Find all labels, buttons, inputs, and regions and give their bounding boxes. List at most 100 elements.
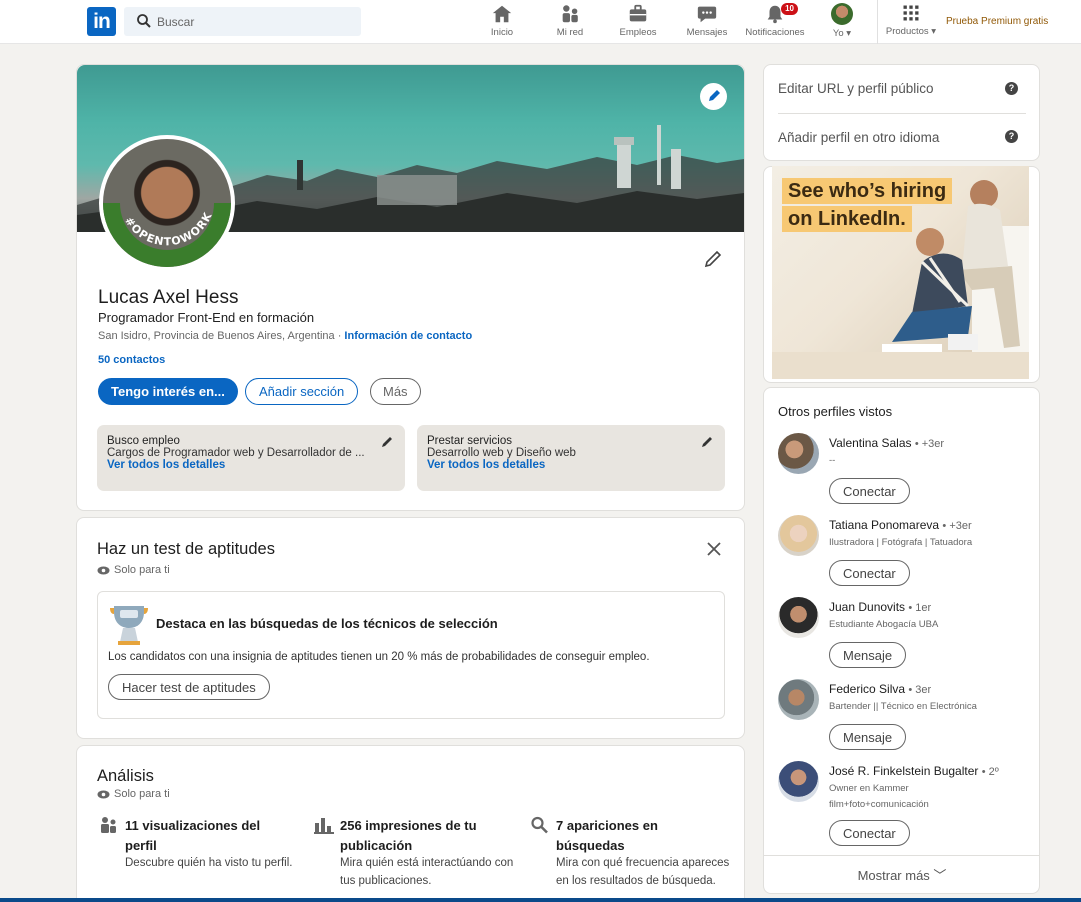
person-degree: • 2º [981,766,999,778]
person-name[interactable]: José R. Finkelstein Bugalter • 2º [829,764,999,778]
nav-me-text: Yo [832,28,844,39]
person-subtitle: Bartender || Técnico en Electrónica [829,701,977,712]
stat-title: 11 visualizaciones del perfil [125,818,261,853]
search-icon [137,14,151,28]
person-name[interactable]: Federico Silva • 3er [829,682,931,696]
person-degree: • +3er [914,438,945,450]
skills-privacy-text: Solo para ti [114,564,170,576]
chevron-down-icon: ▾ [843,28,852,39]
avatar[interactable] [778,433,819,474]
network-icon [562,5,578,23]
connect-button[interactable]: Conectar [829,820,910,846]
avatar[interactable] [778,679,819,720]
analytics-privacy-text: Solo para ti [114,788,170,800]
nav-products-text: Productos [885,26,929,37]
notification-badge: 10 [781,3,798,15]
person-name[interactable]: Tatiana Ponomareva • +3er [829,518,972,532]
search-input[interactable] [157,7,357,36]
stat-desc: Mira quién está interactúando con tus pu… [340,857,514,887]
hiring-ad[interactable]: See who’s hiring on LinkedIn. [772,166,1029,379]
grid-icon [903,5,919,21]
profile-headline: Programador Front-End en formación [98,310,315,325]
services-title: Prestar servicios [427,435,512,447]
open-to-work-ring: #OPENTOWORK [103,202,231,267]
open-to-work-box[interactable]: Busco empleo Cargos de Programador web y… [97,425,405,491]
profile-photo[interactable]: #OPENTOWORK [99,135,235,271]
avatar[interactable] [778,761,819,802]
top-nav: in Inicio Mi red Empleos Mensajes 10 Not… [0,0,1081,44]
open-to-button[interactable]: Tengo interés en... [98,378,238,405]
ad-line-2: on LinkedIn. [782,206,912,232]
premium-link[interactable]: Prueba Premium gratis [946,16,1048,27]
avatar[interactable] [778,597,819,638]
analytics-card: Análisis Solo para ti 11 visualizaciones… [76,745,745,902]
search-bar[interactable] [124,7,361,36]
location-text: San Isidro, Provincia de Buenos Aires, A… [98,330,335,342]
profile-name: Lucas Axel Hess [98,287,239,308]
person-name[interactable]: Valentina Salas • +3er [829,436,944,450]
messaging-icon [697,6,717,23]
person-degree: • 3er [908,684,932,696]
skills-promo-box: Destaca en las búsquedas de los técnicos… [97,591,725,719]
skills-privacy: Solo para ti [97,564,170,576]
profile-card: #OPENTOWORK Lucas Axel Hess Programador … [76,64,745,511]
connections-link[interactable]: 50 contactos [98,354,165,366]
person-subtitle-line: film+foto+comunicación [829,799,929,810]
search-icon [531,816,548,834]
nav-messaging-label: Mensajes [686,27,728,38]
add-language-profile-link[interactable]: Añadir perfil en otro idioma [778,130,939,145]
take-skill-test-button[interactable]: Hacer test de aptitudes [108,674,270,700]
connect-button[interactable]: Conectar [829,560,910,586]
pencil-icon[interactable] [700,435,714,449]
close-icon[interactable] [705,540,723,558]
briefcase-icon [629,4,647,22]
ad-line-1: See who’s hiring [782,178,953,204]
skills-box-text: Los candidatos con una insignia de aptit… [108,651,650,663]
person-item: Federico Silva • 3er Bartender || Técnic… [778,679,1028,759]
pencil-icon[interactable] [380,435,394,449]
show-more-button[interactable]: Mostrar más ﹀ [764,855,1040,895]
linkedin-logo[interactable]: in [87,7,116,36]
person-name-text: Tatiana Ponomareva [829,518,940,532]
skills-box-title: Destaca en las búsquedas de los técnicos… [156,616,498,631]
taskbar-edge [0,898,1081,902]
services-box[interactable]: Prestar servicios Desarrollo web y Diseñ… [417,425,725,491]
stat-title: 256 impresiones de tu publicación [340,818,477,853]
more-button[interactable]: Más [370,378,421,405]
contact-info-link[interactable]: Información de contacto [344,330,472,342]
help-icon[interactable]: ? [1005,130,1018,143]
person-name-text: Federico Silva [829,682,906,696]
edit-banner-button[interactable] [700,83,727,110]
add-section-button[interactable]: Añadir sección [245,378,359,405]
person-name[interactable]: Juan Dunovits • 1er [829,600,931,614]
pencil-icon [709,90,720,101]
edit-public-url-link[interactable]: Editar URL y perfil público [778,81,934,96]
eye-icon [97,790,110,798]
services-desc: Desarrollo web y Diseño web [427,447,576,459]
nav-divider [877,0,878,44]
nav-network[interactable]: Mi red [552,3,588,41]
message-button[interactable]: Mensaje [829,642,907,668]
connect-button[interactable]: Conectar [829,478,910,504]
show-more-label: Mostrar más [857,868,930,883]
nav-notifications[interactable]: 10 Notificaciones [742,3,808,41]
message-button[interactable]: Mensaje [829,724,907,750]
stat-desc: Mira con qué frecuencia apareces en los … [556,857,730,887]
nav-home[interactable]: Inicio [486,3,518,41]
nav-products[interactable]: Productos ▾ [882,3,940,41]
nav-jobs[interactable]: Empleos [618,3,658,41]
edit-intro-icon[interactable] [703,249,723,269]
nav-messaging[interactable]: Mensajes [684,3,730,41]
skills-title: Haz un test de aptitudes [97,540,275,558]
open-to-work-details-link[interactable]: Ver todos los detalles [107,459,395,471]
people-title: Otros perfiles vistos [778,404,893,419]
services-details-link[interactable]: Ver todos los detalles [427,459,715,471]
nav-me[interactable]: Yo ▾ [828,3,856,41]
avatar[interactable] [778,515,819,556]
person-subtitle: Owner en Kammer film+foto+comunicación [829,781,1019,813]
person-item: José R. Finkelstein Bugalter • 2º Owner … [778,761,1028,846]
chevron-down-icon: ▾ [928,26,937,37]
help-icon[interactable]: ? [1005,82,1018,95]
user-avatar [831,3,853,25]
person-item: Valentina Salas • +3er -- Conectar [778,433,1028,513]
